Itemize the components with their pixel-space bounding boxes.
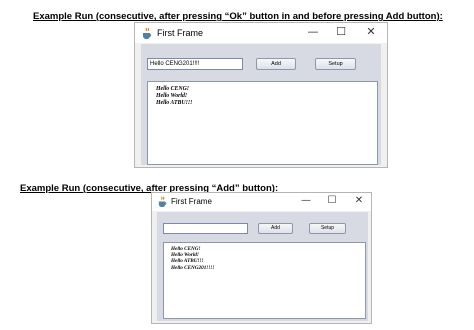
window-first-frame-2: First Frame — ☐ ✕ Add Setup Hello CENG! … bbox=[151, 192, 372, 324]
message-textarea[interactable]: Hello CENG! Hello World! Hello ATBU!!! H… bbox=[163, 242, 366, 319]
list-item: Hello ATBU!!! bbox=[156, 100, 193, 106]
add-button[interactable]: Add bbox=[256, 58, 296, 70]
close-icon[interactable]: ✕ bbox=[351, 194, 367, 208]
maximize-icon[interactable]: ☐ bbox=[324, 194, 340, 208]
message-input[interactable]: Hello CENG201!!!! bbox=[147, 58, 243, 70]
title-bar[interactable]: First Frame — ☐ ✕ bbox=[152, 193, 371, 211]
message-input[interactable] bbox=[163, 223, 248, 234]
close-icon[interactable]: ✕ bbox=[363, 25, 379, 39]
setup-button[interactable]: Setup bbox=[315, 58, 356, 70]
list-item: Hello World! bbox=[156, 93, 188, 99]
minimize-icon[interactable]: — bbox=[298, 194, 314, 208]
list-item: Hello CENG201!!!! bbox=[171, 264, 215, 271]
list-item: Hello CENG! bbox=[156, 86, 190, 92]
window-title: First Frame bbox=[171, 197, 212, 206]
window-title: First Frame bbox=[157, 28, 203, 38]
add-button[interactable]: Add bbox=[258, 223, 293, 234]
maximize-icon[interactable]: ☐ bbox=[333, 25, 349, 39]
title-bar[interactable]: First Frame — ☐ ✕ bbox=[135, 23, 387, 43]
caption-first-run: Example Run (consecutive, after pressing… bbox=[33, 11, 443, 22]
content-pane: Hello CENG201!!!! Add Setup Hello CENG! … bbox=[141, 44, 381, 165]
message-textarea[interactable]: Hello CENG! Hello World! Hello ATBU!!! bbox=[147, 81, 378, 165]
setup-button[interactable]: Setup bbox=[309, 223, 346, 234]
java-cup-icon bbox=[143, 27, 152, 39]
content-pane: Add Setup Hello CENG! Hello World! Hello… bbox=[157, 212, 368, 321]
minimize-icon[interactable]: — bbox=[305, 25, 321, 39]
window-first-frame-1: First Frame — ☐ ✕ Hello CENG201!!!! Add … bbox=[134, 22, 388, 168]
java-cup-icon bbox=[158, 196, 167, 207]
